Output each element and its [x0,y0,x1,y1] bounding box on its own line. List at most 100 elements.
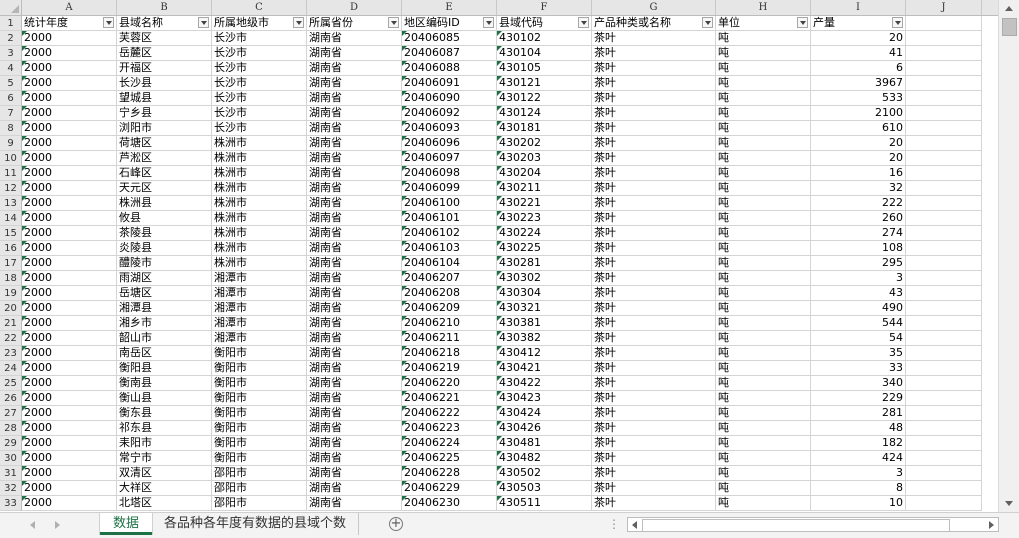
table-cell[interactable]: 20406099 [402,181,497,196]
table-cell[interactable]: 长沙市 [212,61,307,76]
row-number[interactable]: 19 [0,286,21,301]
table-cell[interactable]: 2000 [22,286,117,301]
table-cell[interactable]: 2000 [22,106,117,121]
row-number[interactable]: 6 [0,91,21,106]
table-cell[interactable]: 望城县 [117,91,212,106]
table-cell[interactable]: 吨 [716,496,811,511]
table-cell[interactable]: 双清区 [117,466,212,481]
table-cell[interactable]: 岳麓区 [117,46,212,61]
table-cell[interactable]: 长沙市 [212,106,307,121]
row-number[interactable]: 17 [0,256,21,271]
table-cell[interactable]: 3967 [811,76,906,91]
table-cell[interactable]: 衡山县 [117,391,212,406]
row-number[interactable]: 14 [0,211,21,226]
row-number[interactable]: 11 [0,166,21,181]
table-cell[interactable]: 吨 [716,121,811,136]
table-cell[interactable]: 茶叶 [592,121,716,136]
empty-cell[interactable] [906,346,982,361]
column-header-c[interactable]: C [212,0,307,15]
column-header-i[interactable]: I [811,0,906,15]
sheet-tab-data[interactable]: 数据 [100,513,152,535]
table-cell[interactable]: 湘潭市 [212,331,307,346]
table-cell[interactable]: 岳塘区 [117,286,212,301]
horizontal-scrollbar[interactable] [627,517,999,532]
table-cell[interactable]: 2000 [22,301,117,316]
table-cell[interactable]: 20406225 [402,451,497,466]
empty-cell[interactable] [906,451,982,466]
table-cell[interactable]: 长沙县 [117,76,212,91]
row-number[interactable]: 16 [0,241,21,256]
table-cell[interactable]: 2000 [22,346,117,361]
scroll-up-arrow-icon[interactable] [999,0,1019,17]
empty-cell[interactable] [906,361,982,376]
empty-cell[interactable] [906,76,982,91]
table-cell[interactable]: 茶叶 [592,496,716,511]
filter-dropdown-icon[interactable] [293,17,304,28]
table-cell[interactable]: 邵阳市 [212,481,307,496]
table-cell[interactable]: 10 [811,496,906,511]
table-cell[interactable]: 衡阳市 [212,421,307,436]
table-cell[interactable]: 湖南省 [307,316,402,331]
table-cell[interactable]: 湖南省 [307,181,402,196]
table-cell[interactable]: 茶叶 [592,406,716,421]
table-cell[interactable]: 430225 [497,241,592,256]
table-cell[interactable]: 吨 [716,136,811,151]
table-cell[interactable]: 吨 [716,196,811,211]
row-number[interactable]: 15 [0,226,21,241]
table-cell[interactable]: 32 [811,181,906,196]
table-cell[interactable]: 20406085 [402,31,497,46]
table-cell[interactable]: 衡阳市 [212,391,307,406]
table-cell[interactable]: 2000 [22,226,117,241]
table-cell[interactable]: 20406088 [402,61,497,76]
table-cell[interactable]: 吨 [716,61,811,76]
table-cell[interactable]: 108 [811,241,906,256]
table-cell[interactable]: 茶陵县 [117,226,212,241]
table-cell[interactable]: 湖南省 [307,376,402,391]
row-number[interactable]: 8 [0,121,21,136]
table-cell[interactable]: 茶叶 [592,346,716,361]
row-number[interactable]: 20 [0,301,21,316]
table-cell[interactable]: 攸县 [117,211,212,226]
table-cell[interactable]: 吨 [716,31,811,46]
table-cell[interactable]: 湖南省 [307,61,402,76]
column-header-d[interactable]: D [307,0,402,15]
row-number[interactable]: 27 [0,406,21,421]
table-cell[interactable]: 544 [811,316,906,331]
table-cell[interactable]: 吨 [716,46,811,61]
table-cell[interactable]: 430202 [497,136,592,151]
table-cell[interactable]: 醴陵市 [117,256,212,271]
row-number[interactable]: 12 [0,181,21,196]
table-cell[interactable]: 衡阳市 [212,361,307,376]
table-cell[interactable]: 2000 [22,406,117,421]
select-all-corner[interactable] [0,0,22,15]
table-cell[interactable]: 2000 [22,241,117,256]
row-number[interactable]: 18 [0,271,21,286]
table-cell[interactable]: 2000 [22,91,117,106]
filter-dropdown-icon[interactable] [483,17,494,28]
filter-dropdown-icon[interactable] [198,17,209,28]
empty-cell[interactable] [906,481,982,496]
table-cell[interactable]: 茶叶 [592,136,716,151]
empty-cell[interactable] [906,331,982,346]
empty-cell[interactable] [906,421,982,436]
table-cell[interactable]: 长沙市 [212,46,307,61]
row-number[interactable]: 26 [0,391,21,406]
table-cell[interactable]: 茶叶 [592,61,716,76]
table-cell[interactable]: 20406090 [402,91,497,106]
table-cell[interactable]: 吨 [716,481,811,496]
table-cell[interactable]: 吨 [716,331,811,346]
table-cell[interactable]: 20406219 [402,361,497,376]
table-cell[interactable]: 54 [811,331,906,346]
table-cell[interactable]: 株洲市 [212,151,307,166]
table-cell[interactable]: 2000 [22,451,117,466]
table-cell[interactable]: 芦淞区 [117,151,212,166]
table-cell[interactable]: 430511 [497,496,592,511]
filter-dropdown-icon[interactable] [388,17,399,28]
table-cell[interactable]: 茶叶 [592,451,716,466]
table-cell[interactable]: 茶叶 [592,481,716,496]
table-cell[interactable]: 湘潭市 [212,301,307,316]
table-cell[interactable]: 湖南省 [307,136,402,151]
empty-cell[interactable] [906,196,982,211]
table-cell[interactable]: 宁乡县 [117,106,212,121]
filter-dropdown-icon[interactable] [103,17,114,28]
